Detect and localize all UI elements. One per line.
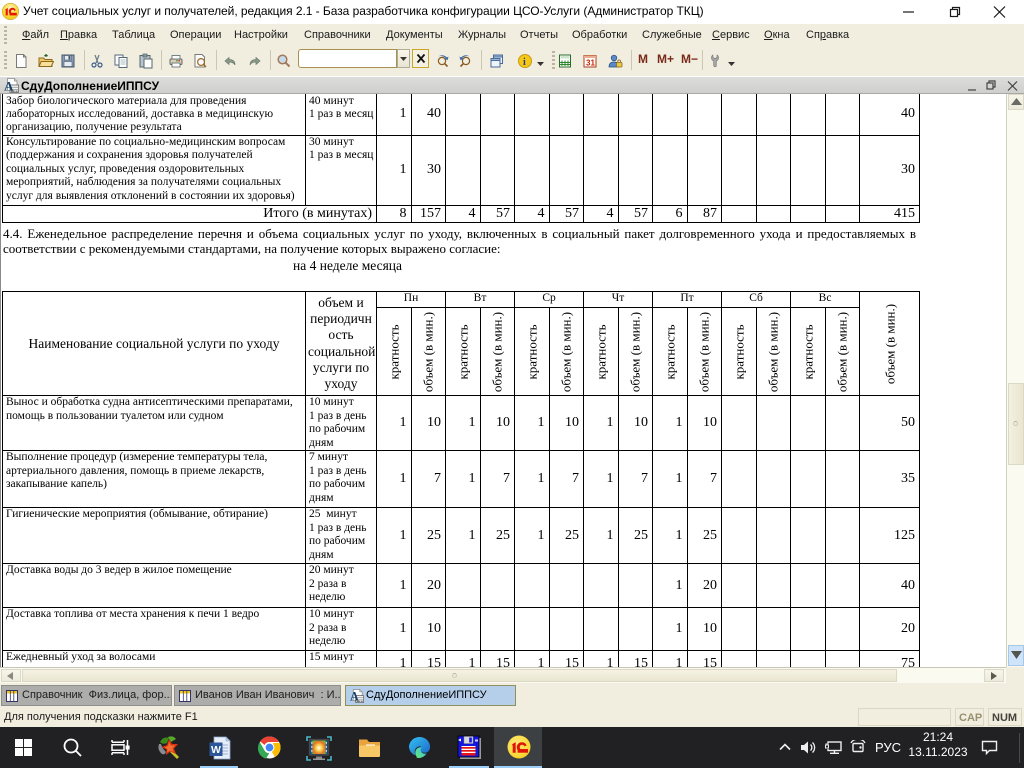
svg-text:31: 31 bbox=[586, 59, 595, 68]
svg-text:W: W bbox=[211, 744, 221, 756]
svg-text:i: i bbox=[523, 57, 526, 68]
svg-text:А: А bbox=[4, 79, 14, 94]
svg-text:А: А bbox=[350, 690, 359, 703]
